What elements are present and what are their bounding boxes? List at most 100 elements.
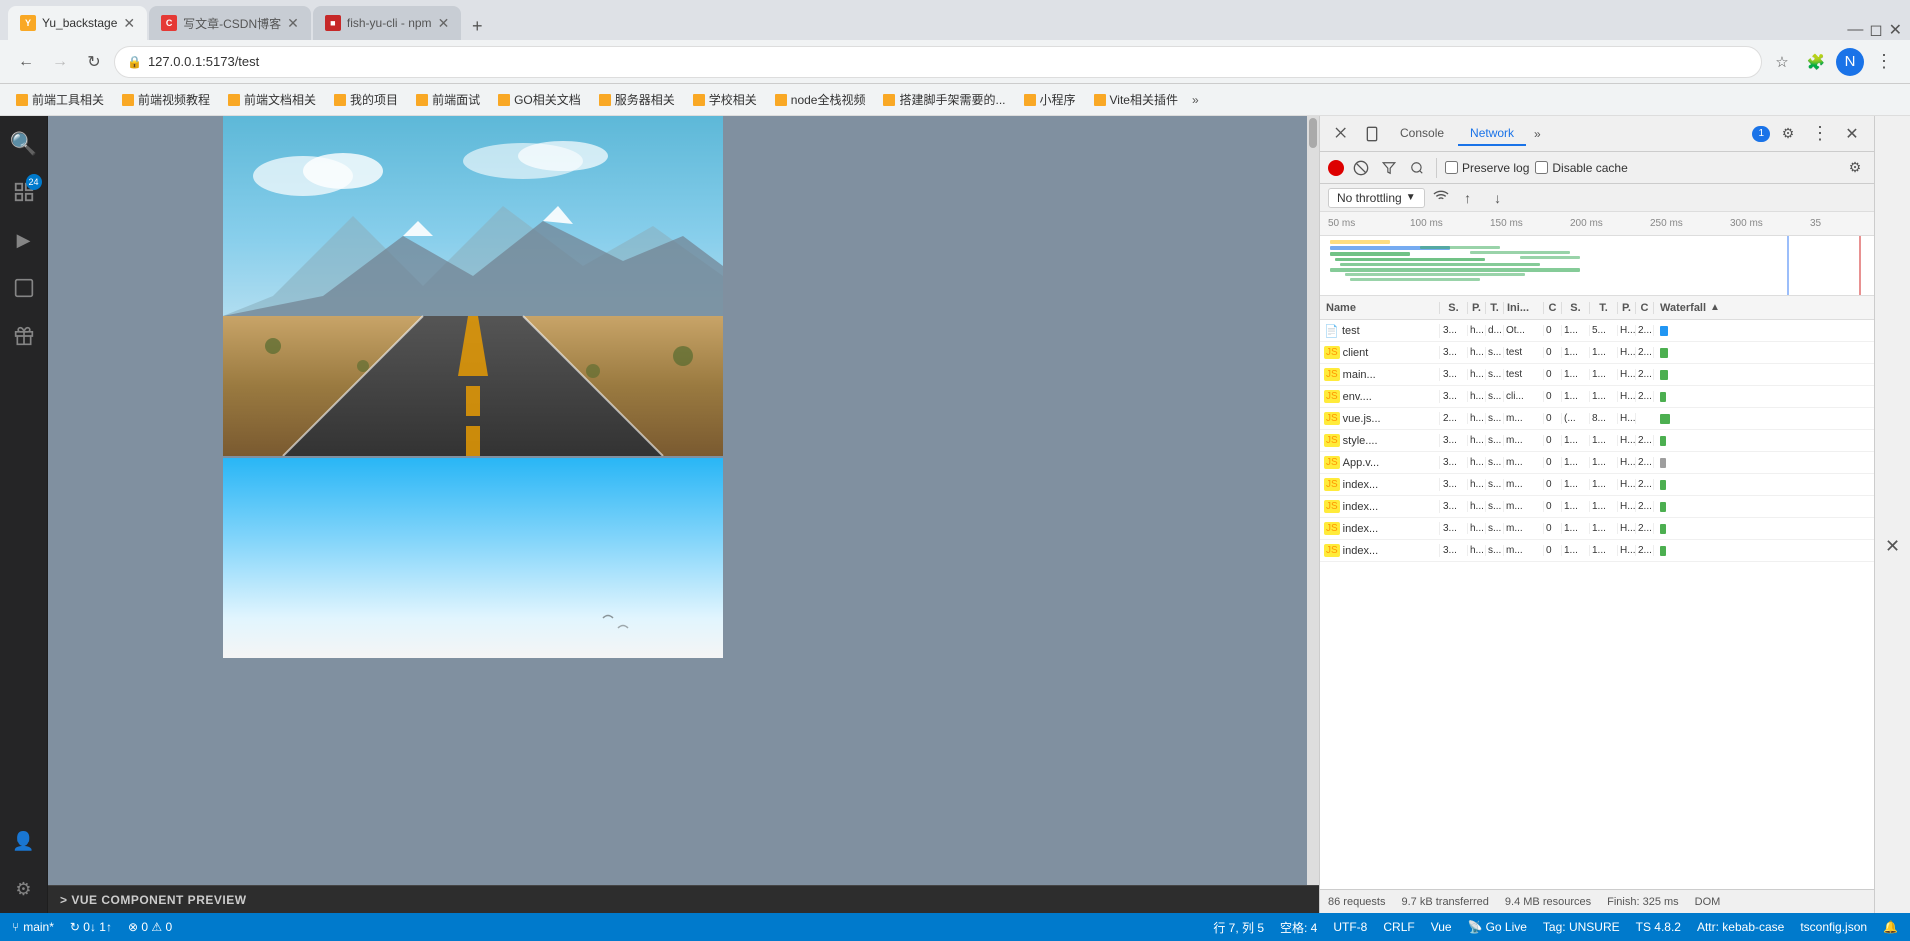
bookmark-qianduan-tools[interactable]: 前端工具相关 [8,89,112,110]
bookmarks-more[interactable]: » [1188,93,1203,107]
url-bar[interactable]: 🔒 127.0.0.1:5173/test [114,46,1762,78]
bookmark-qianduan-video[interactable]: 前端视频教程 [114,89,218,110]
timeline-section: 50 ms 100 ms 150 ms 200 ms 250 ms 300 ms… [1320,212,1874,296]
tab-favicon-2: C [161,15,177,31]
timeline-header: 50 ms 100 ms 150 ms 200 ms 250 ms 300 ms… [1320,212,1874,236]
tab-csdn[interactable]: C 写文章-CSDN博客 ✕ [149,6,311,40]
network-status-bar: 86 requests 9.7 kB transferred 9.4 MB re… [1320,889,1874,913]
tab-title-1: Yu_backstage [42,16,117,30]
preserve-log-checkbox[interactable]: Preserve log [1445,161,1529,175]
url-text: 127.0.0.1:5173/test [148,54,259,69]
upload-icon[interactable]: ↑ [1457,187,1479,209]
menu-button[interactable]: ⋮ [1870,48,1898,76]
extensions-button[interactable]: 🧩 [1802,48,1830,76]
line-col-status[interactable]: 行 7, 列 5 [1209,919,1268,936]
bookmark-school[interactable]: 学校相关 [685,89,765,110]
bookmark-miniprogram[interactable]: 小程序 [1016,89,1084,110]
network-table-header: Name S. P. T. Ini... C S. T. P. C Waterf… [1320,296,1874,320]
tsconfig-status[interactable]: tsconfig.json [1796,920,1871,934]
eol-status[interactable]: CRLF [1379,920,1418,934]
download-icon[interactable]: ↓ [1487,187,1509,209]
minimize-button[interactable]: — [1847,21,1863,39]
back-button[interactable]: ← [12,48,40,76]
debug-icon-btn[interactable] [0,264,48,312]
vscode-activity-bar: 🔍 24 ▶ 👤 ⚙ [0,116,48,913]
go-live-status[interactable]: 📡 Go Live [1464,920,1531,934]
devtools-panel: Console Network » 1 ⚙ [1319,116,1874,913]
search-network-button[interactable] [1406,157,1428,179]
devtools-more-btn[interactable]: » [1528,123,1547,145]
tab-npm[interactable]: ■ fish-yu-cli - npm ✕ [313,6,461,40]
bookmark-star-button[interactable]: ☆ [1768,48,1796,76]
tab-yu-backstage[interactable]: Y Yu_backstage ✕ [8,6,147,40]
attr-status[interactable]: Attr: kebab-case [1693,920,1788,934]
git-branch-status[interactable]: ⑂ main* [8,920,58,934]
browser-window: Y Yu_backstage ✕ C 写文章-CSDN博客 ✕ ■ fish-y… [0,0,1910,941]
tab-close-1[interactable]: ✕ [123,15,135,32]
devtools-close-btn[interactable]: ✕ [1838,120,1866,148]
devtools-settings-btn[interactable]: ⚙ [1774,120,1802,148]
table-row[interactable]: JS env.... 3... h... s... cli... 0 1... … [1320,386,1874,408]
devtools-kebab-btn[interactable]: ⋮ [1806,120,1834,148]
maximize-button[interactable]: ◻ [1869,20,1882,40]
network-table-container: Name S. P. T. Ini... C S. T. P. C Waterf… [1320,296,1874,889]
git-sync-status[interactable]: ↻ 0↓ 1↑ [66,920,116,934]
bookmark-scaffold[interactable]: 搭建脚手架需要的... [875,89,1013,110]
bookmark-server[interactable]: 服务器相关 [591,89,683,110]
explorer-icon-btn[interactable]: 24 [0,168,48,216]
bookmark-qianduan-docs[interactable]: 前端文档相关 [220,89,324,110]
table-row[interactable]: JS App.v... 3... h... s... m... 0 1... 1… [1320,452,1874,474]
search-icon-btn[interactable]: 🔍 [0,120,48,168]
table-row[interactable]: JS main... 3... h... s... test 0 1... 1.… [1320,364,1874,386]
table-row[interactable]: JS index... 3... h... s... m... 0 1... 1… [1320,496,1874,518]
table-row[interactable]: 📄 test 3... h... d... Ot... 0 1... 5... [1320,320,1874,342]
bookmark-node-full[interactable]: node全栈视频 [767,89,874,110]
notification-icon[interactable]: 🔔 [1879,920,1902,934]
table-row[interactable]: JS index... 3... h... s... m... 0 1... 1… [1320,518,1874,540]
preview-scrollbar[interactable] [1307,116,1319,885]
close-window-button[interactable]: ✕ [1889,20,1902,40]
badge: 24 [26,174,42,190]
devtools-settings-gear[interactable]: ⚙ [1844,157,1866,179]
reload-button[interactable]: ↻ [80,48,108,76]
bookmark-vite-plugins[interactable]: Vite相关插件 [1086,89,1186,110]
close-side-panel-button[interactable]: ✕ [1885,536,1900,913]
bookmark-my-project[interactable]: 我的项目 [326,89,406,110]
clear-button[interactable] [1350,157,1372,179]
record-button[interactable] [1328,160,1344,176]
run-icon-btn[interactable]: ▶ [0,216,48,264]
profile-button[interactable]: N [1836,48,1864,76]
tab-close-2[interactable]: ✕ [287,15,299,32]
new-tab-button[interactable]: + [463,12,491,40]
spaces-status[interactable]: 空格: 4 [1276,919,1321,936]
table-row[interactable]: JS vue.js... 2... h... s... m... 0 (... … [1320,408,1874,430]
tab-network[interactable]: Network [1458,122,1526,146]
bookmark-go-docs[interactable]: GO相关文档 [490,89,589,110]
vue-preview-label: > VUE COMPONENT PREVIEW [60,893,247,907]
branch-name: main* [23,920,54,934]
table-row[interactable]: JS style.... 3... h... s... m... 0 1... … [1320,430,1874,452]
table-row[interactable]: JS index... 3... h... s... m... 0 1... 1… [1320,540,1874,562]
error-warning-status[interactable]: ⊗ 0 ⚠ 0 [124,920,176,934]
throttle-select[interactable]: No throttling ▼ [1328,188,1425,208]
devtools-inspect-icon[interactable] [1328,120,1356,148]
requests-count: 86 requests [1328,896,1385,908]
table-row[interactable]: JS index... 3... h... s... m... 0 1... 1… [1320,474,1874,496]
main-content-area: 🔍 24 ▶ 👤 ⚙ [0,116,1910,913]
bookmark-frontend-interview[interactable]: 前端面试 [408,89,488,110]
devtools-device-icon[interactable] [1358,120,1386,148]
table-row[interactable]: JS client 3... h... s... test 0 1... 1..… [1320,342,1874,364]
settings-icon-btn[interactable]: ⚙ [0,865,48,913]
language-status[interactable]: Vue [1427,920,1456,934]
encoding-status[interactable]: UTF-8 [1329,920,1371,934]
disable-cache-checkbox[interactable]: Disable cache [1535,161,1627,175]
forward-button[interactable]: → [46,48,74,76]
vue-component-preview-bar: > VUE COMPONENT PREVIEW [48,885,1319,913]
tab-console[interactable]: Console [1388,122,1456,146]
ts-version-status[interactable]: TS 4.8.2 [1632,920,1685,934]
filter-button[interactable] [1378,157,1400,179]
extensions-icon-btn[interactable] [0,312,48,360]
account-icon-btn[interactable]: 👤 [0,817,48,865]
tag-status[interactable]: Tag: UNSURE [1539,920,1624,934]
tab-close-3[interactable]: ✕ [438,15,450,32]
